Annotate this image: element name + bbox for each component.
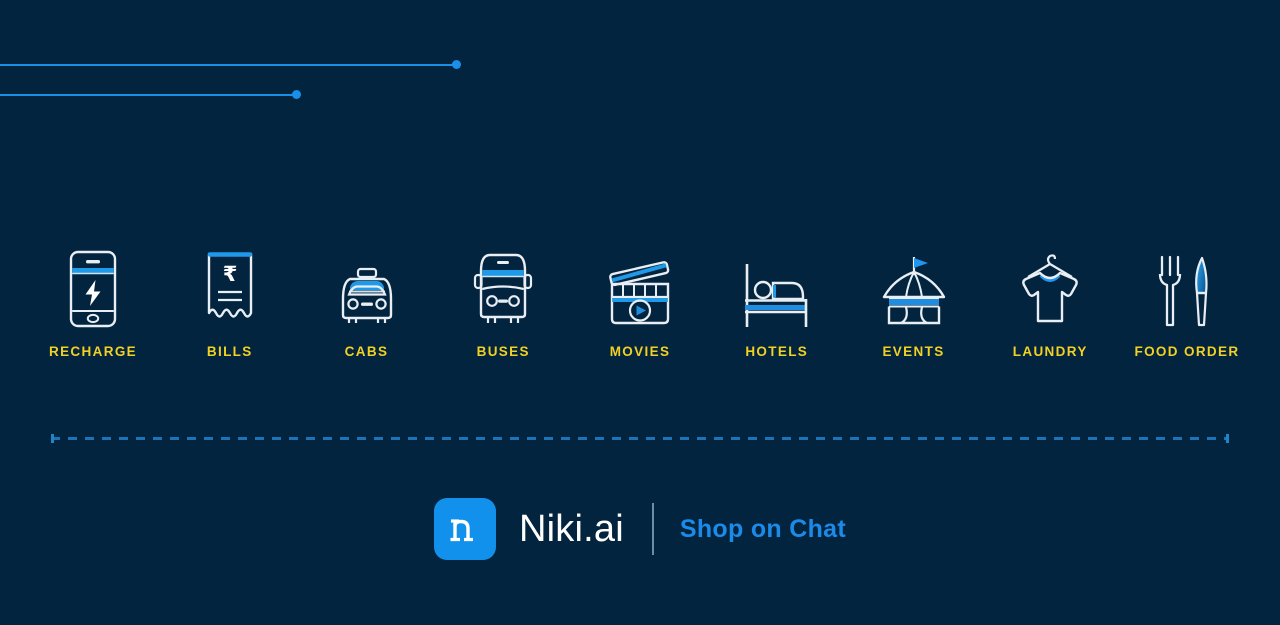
service-item-events[interactable]: EVENTS — [855, 243, 973, 359]
brand-bar: Niki.ai Shop on Chat — [0, 498, 1280, 560]
service-item-hotels[interactable]: HOTELS — [718, 243, 836, 359]
fork-knife-icon — [1156, 243, 1218, 329]
service-label-hotels: HOTELS — [745, 344, 809, 359]
service-item-cabs[interactable]: CABS — [308, 243, 426, 359]
service-label-food-order: FOOD ORDER — [1134, 344, 1240, 359]
page-canvas: RECHARGE ₹ BILLS CABS BUSES MOVIES HOTEL… — [0, 0, 1280, 625]
service-label-recharge: RECHARGE — [48, 344, 138, 359]
service-label-laundry: LAUNDRY — [1012, 344, 1088, 359]
taxi-front-icon — [330, 243, 404, 329]
service-item-buses[interactable]: BUSES — [444, 243, 562, 359]
deco-line-2 — [0, 94, 294, 96]
clapperboard-play-icon — [607, 243, 673, 329]
decorative-top-lines — [0, 0, 520, 130]
deco-line-1-dot-icon — [452, 60, 461, 69]
brand-tagline: Shop on Chat — [679, 514, 846, 543]
service-label-bills: BILLS — [206, 344, 253, 359]
service-label-cabs: CABS — [344, 344, 389, 359]
bed-person-icon — [740, 243, 814, 329]
dashed-separator-cap-right — [1226, 434, 1229, 443]
brand-name: Niki.ai — [519, 508, 624, 550]
deco-line-1 — [0, 64, 455, 66]
service-item-movies[interactable]: MOVIES — [581, 243, 699, 359]
service-label-events: EVENTS — [882, 344, 945, 359]
receipt-rupee-icon: ₹ — [202, 243, 258, 329]
service-label-buses: BUSES — [476, 344, 530, 359]
tshirt-hanger-icon — [1012, 243, 1088, 329]
service-item-food-order[interactable]: FOOD ORDER — [1128, 243, 1246, 359]
niki-n-mark-icon[interactable] — [434, 498, 497, 560]
service-item-recharge[interactable]: RECHARGE — [34, 243, 152, 359]
service-label-movies: MOVIES — [609, 344, 671, 359]
service-item-bills[interactable]: ₹ BILLS — [171, 243, 289, 359]
deco-line-2-dot-icon — [292, 90, 301, 99]
services-row: RECHARGE ₹ BILLS CABS BUSES MOVIES HOTEL… — [0, 243, 1280, 359]
dashed-separator — [51, 434, 1229, 443]
mobile-phone-lightning-icon — [67, 243, 119, 329]
brand-divider — [651, 503, 654, 555]
service-item-laundry[interactable]: LAUNDRY — [991, 243, 1109, 359]
circus-tent-flag-icon — [876, 243, 952, 329]
svg-text:₹: ₹ — [222, 262, 237, 286]
dashed-separator-cap-left — [51, 434, 54, 443]
bus-front-icon — [468, 243, 538, 329]
